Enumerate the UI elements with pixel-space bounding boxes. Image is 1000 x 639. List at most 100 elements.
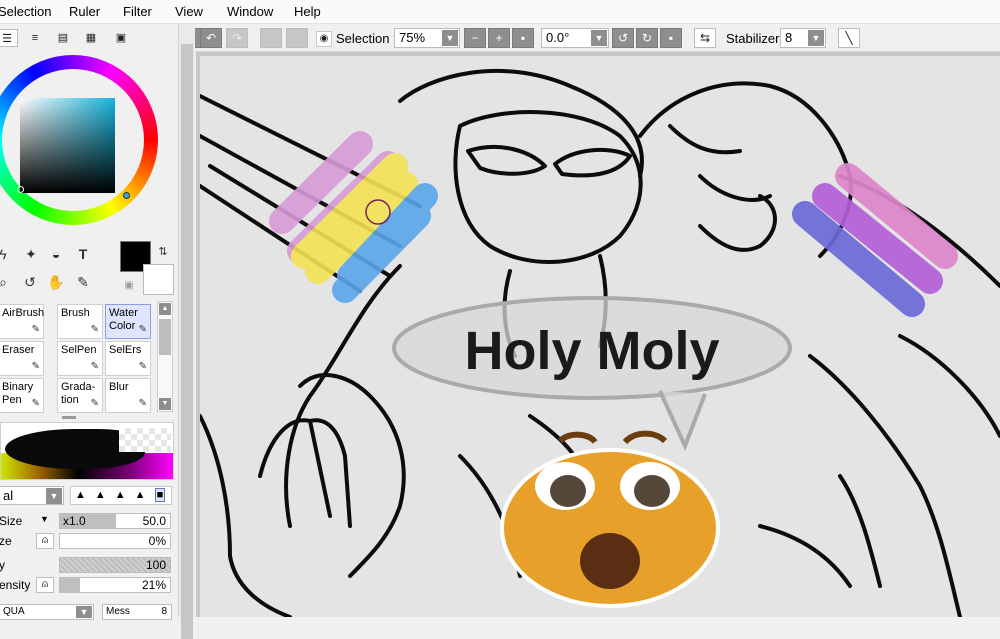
size-multiplier-dropdown-icon[interactable]: ▼ <box>40 514 49 524</box>
selpen-icon: ✎ <box>90 361 99 372</box>
min-density-pressure-icon[interactable]: ⍝ <box>36 577 54 593</box>
swatch-tab-icon[interactable]: ▦ <box>80 29 102 47</box>
mess-value: 8 <box>161 606 167 617</box>
density-slider[interactable]: 100 <box>59 557 171 573</box>
stabilizer-label: Stabilizer <box>726 31 780 46</box>
invert-selection-icon[interactable] <box>286 28 308 48</box>
selection-label: Selection <box>336 31 390 46</box>
eyedropper-icon[interactable]: ✎ <box>74 273 92 291</box>
deselect-icon[interactable] <box>260 28 282 48</box>
selers-icon: ✎ <box>138 361 147 372</box>
brush-tool-airbrush[interactable]: AirBrush ✎ <box>0 304 44 339</box>
zoom-tool-icon[interactable]: ⌕ <box>0 273 12 291</box>
brush-icon: ✎ <box>90 324 99 335</box>
hand-tool-icon[interactable]: ✋ <box>47 273 65 291</box>
left-panel: ☰ ≡ ▤ ▦ ▣ ϟ ✦ ◒ T ⌕ ↺ ✋ ✎ ⇅ ▣ AirBrush ✎ B… <box>0 24 178 620</box>
brush-tool-eraser[interactable]: Eraser ✎ <box>0 341 44 376</box>
mess-slider[interactable]: Mess 8 <box>102 604 172 620</box>
blend-mode-select[interactable]: al ▼ <box>0 486 64 505</box>
chevron-down-icon: ▼ <box>442 30 458 46</box>
rotate-left-icon[interactable]: ↺ <box>612 28 634 48</box>
rotate-tool-icon[interactable]: ↺ <box>21 273 39 291</box>
size-slider[interactable]: x1.0 50.0 <box>59 513 171 529</box>
mixing-mode-select[interactable]: QUA ▼ <box>0 604 94 620</box>
zoom-reset-icon[interactable]: ▪ <box>512 28 534 48</box>
gradation-icon: ✎ <box>90 398 99 409</box>
rgb-slider-tab-icon[interactable]: ≡ <box>24 29 46 47</box>
panel-scrollbar-thumb[interactable] <box>181 44 193 639</box>
background-color-swatch[interactable] <box>143 264 174 295</box>
right-pride-flag <box>792 163 958 317</box>
min-density-slider[interactable]: 21% <box>59 577 171 593</box>
lasso-icon[interactable]: ϟ <box>0 245 12 263</box>
brush-grid-scrollbar[interactable]: ▲ ▼ <box>157 301 173 412</box>
brush-tool-label: AirBrush <box>2 307 45 319</box>
min-size-pressure-icon[interactable]: ⍝ <box>36 533 54 549</box>
selection-visibility-icon[interactable]: ◉ <box>316 31 332 47</box>
menu-ruler[interactable]: Ruler <box>69 4 100 19</box>
min-density-value: 21% <box>141 578 166 592</box>
menu-selection[interactable]: Selection <box>0 4 51 19</box>
panel-scrollbar[interactable] <box>178 24 195 639</box>
canvas-area: Holy Moly <box>196 52 1000 617</box>
blur-icon: ✎ <box>138 398 147 409</box>
magic-wand-icon[interactable]: ✦ <box>22 245 40 263</box>
blend-mode-value: al <box>3 488 14 503</box>
stabilizer-value: 8 <box>785 30 793 45</box>
transparent-color-icon[interactable]: ▣ <box>120 277 138 295</box>
zoom-out-icon[interactable]: − <box>464 28 486 48</box>
swap-colors-icon[interactable]: ⇅ <box>154 243 172 261</box>
brush-tool-selpen[interactable]: SelPen ✎ <box>57 341 103 376</box>
zoom-select[interactable]: 75% ▼ <box>394 28 460 48</box>
menu-filter[interactable]: Filter <box>123 4 152 19</box>
panel-splitter[interactable] <box>62 416 76 419</box>
brush-tool-brush[interactable]: Brush ✎ <box>57 304 103 339</box>
hue-cursor[interactable] <box>123 192 130 199</box>
drawing-canvas[interactable]: Holy Moly <box>200 56 1000 617</box>
brush-tool-water-color[interactable]: Water Color ✎ <box>105 304 151 339</box>
text-tool-icon[interactable]: T <box>74 245 92 263</box>
stabilizer-select[interactable]: 8 ▼ <box>780 28 826 48</box>
brush-tool-selers[interactable]: SelErs ✎ <box>105 341 151 376</box>
brush-tool-binary-pen[interactable]: Binary Pen ✎ <box>0 378 44 413</box>
airbrush-icon: ✎ <box>31 324 40 335</box>
preview-transparency <box>119 428 171 452</box>
rotation-select[interactable]: 0.0° ▼ <box>541 28 609 48</box>
scratchpad-tab-icon[interactable]: ▣ <box>110 29 132 47</box>
saturation-value-square[interactable] <box>20 98 115 193</box>
min-density-slider-fill <box>60 578 80 592</box>
brush-tool-label: Blur <box>109 381 129 393</box>
brush-shape-selector[interactable]: ▲▲▲▲ ■ <box>70 486 172 505</box>
speech-bubble-text: Holy Moly <box>464 321 719 381</box>
bucket-icon[interactable]: ◒ <box>47 245 65 263</box>
shocked-emoji <box>500 430 720 608</box>
brush-tool-grada-tion[interactable]: Grada-tion ✎ <box>57 378 103 413</box>
color-wheel-tab-icon[interactable]: ☰ <box>0 29 18 47</box>
brush-tool-label: Eraser <box>2 344 35 356</box>
min-size-slider[interactable]: 0% <box>59 533 171 549</box>
menu-help[interactable]: Help <box>294 4 321 19</box>
scroll-down-icon[interactable]: ▼ <box>159 398 171 410</box>
brush-tool-label: Brush <box>61 307 90 319</box>
menu-view[interactable]: View <box>175 4 203 19</box>
size-value: 50.0 <box>142 514 166 528</box>
scroll-thumb[interactable] <box>159 319 171 355</box>
scroll-up-icon[interactable]: ▲ <box>159 303 171 315</box>
brush-tool-blur[interactable]: Blur ✎ <box>105 378 151 413</box>
rotate-right-icon[interactable]: ↻ <box>636 28 658 48</box>
density-value: 100 <box>145 558 166 572</box>
rotate-reset-icon[interactable]: ▪ <box>660 28 682 48</box>
rotation-value: 0.0° <box>546 30 570 45</box>
artwork: Holy Moly <box>200 68 1000 617</box>
hsv-slider-tab-icon[interactable]: ▤ <box>52 29 74 47</box>
brush-stroke-preview <box>0 422 174 480</box>
binary-pen-icon: ✎ <box>31 398 40 409</box>
flip-horizontal-icon[interactable]: ⇆ <box>694 28 716 48</box>
undo-icon[interactable]: ↶ <box>200 28 222 48</box>
sv-cursor[interactable] <box>17 186 24 193</box>
pen-pressure-line-icon[interactable]: ╲ <box>838 28 860 48</box>
menu-window[interactable]: Window <box>227 4 273 19</box>
zoom-in-icon[interactable]: + <box>488 28 510 48</box>
chevron-down-icon: ▼ <box>591 30 607 46</box>
redo-icon[interactable]: ↷ <box>226 28 248 48</box>
